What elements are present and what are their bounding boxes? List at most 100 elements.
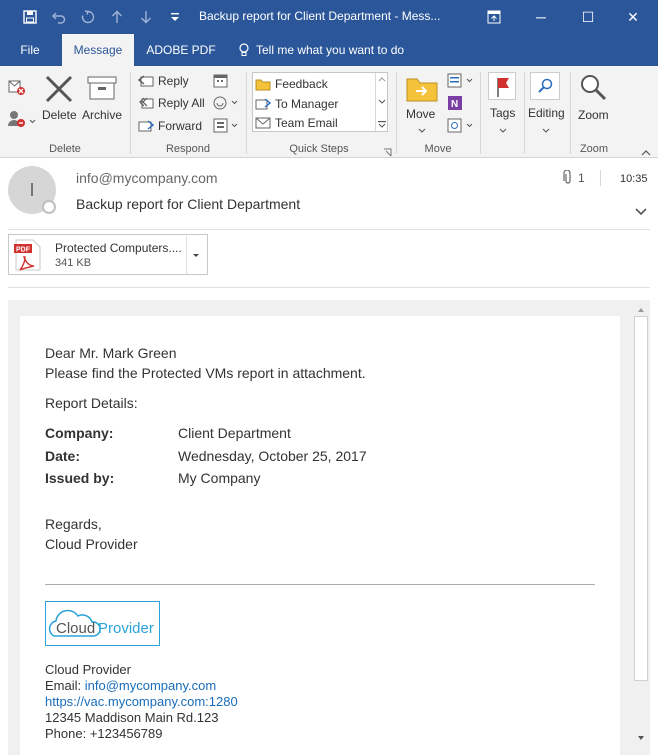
- dialog-launcher-icon[interactable]: [383, 146, 392, 157]
- sender-address[interactable]: info@mycompany.com: [76, 170, 218, 186]
- reply-label: Reply: [158, 74, 189, 88]
- detail-label-issued-by: Issued by:: [45, 470, 115, 486]
- quick-steps-scroll[interactable]: [375, 73, 387, 131]
- tell-me-box[interactable]: Tell me what you want to do: [238, 34, 418, 66]
- zoom-button[interactable]: Zoom: [578, 108, 609, 122]
- signoff-text: Cloud Provider: [45, 536, 138, 552]
- forward-icon: [138, 118, 154, 134]
- svg-text:Provider: Provider: [98, 620, 154, 637]
- save-icon[interactable]: [16, 0, 44, 34]
- tab-message[interactable]: Message: [62, 34, 134, 66]
- delete-group-label: Delete: [49, 143, 81, 155]
- presence-indicator: [42, 200, 56, 214]
- greeting: Dear Mr. Mark Green: [45, 345, 177, 361]
- regards-text: Regards,: [45, 516, 102, 532]
- move-group-label: Move: [424, 143, 452, 155]
- signature-phone: Phone: +123456789: [45, 726, 163, 741]
- tab-adobe-pdf[interactable]: ADOBE PDF: [140, 34, 222, 66]
- lightbulb-icon: [238, 43, 250, 57]
- move-button[interactable]: Move: [406, 107, 435, 121]
- detail-value-date: Wednesday, October 25, 2017: [178, 448, 367, 464]
- down-arrow-icon[interactable]: [132, 0, 160, 34]
- collapse-ribbon-icon[interactable]: [640, 146, 652, 156]
- attachment-size: 341 KB: [55, 257, 92, 269]
- archive-button[interactable]: Archive: [82, 108, 122, 122]
- im-icon[interactable]: [212, 94, 238, 112]
- details-heading: Report Details:: [45, 395, 138, 411]
- redo-icon[interactable]: [74, 0, 102, 34]
- header-separator: [600, 170, 601, 186]
- tags-dropdown-icon[interactable]: [498, 124, 508, 133]
- editing-button[interactable]: Editing: [528, 106, 565, 120]
- svg-text:N: N: [451, 99, 458, 110]
- tell-me-text: Tell me what you want to do: [256, 43, 405, 57]
- detail-label-date: Date:: [45, 448, 81, 464]
- forward-button[interactable]: Forward: [138, 116, 202, 136]
- signature-divider: [45, 584, 595, 585]
- attachment-name: Protected Computers....: [55, 241, 182, 255]
- delete-button[interactable]: Delete: [42, 108, 77, 122]
- message-header: [0, 158, 658, 230]
- move-icon[interactable]: [406, 74, 438, 102]
- close-button[interactable]: ✕: [610, 0, 656, 34]
- quick-step-to-manager[interactable]: To Manager: [255, 94, 338, 113]
- reply-all-button[interactable]: Reply All: [138, 93, 205, 113]
- cloud-provider-logo: Cloud Provider: [45, 601, 160, 646]
- ribbon-separator: [524, 72, 525, 154]
- attachment-dropdown-icon[interactable]: [190, 250, 202, 260]
- quick-steps-group-label: Quick Steps: [289, 143, 349, 155]
- scroll-thumb[interactable]: [634, 316, 648, 681]
- window-restore-icon[interactable]: [471, 0, 517, 34]
- intro-text: Please find the Protected VMs report in …: [45, 365, 366, 381]
- signature-address: 12345 Maddison Main Rd.123: [45, 710, 219, 725]
- header-divider: [8, 229, 650, 230]
- archive-icon[interactable]: [86, 74, 118, 102]
- move-dropdown-icon[interactable]: [417, 124, 427, 133]
- ignore-icon[interactable]: [6, 76, 28, 98]
- tab-file[interactable]: File: [8, 34, 52, 66]
- signature-url-link[interactable]: https://vac.mycompany.com:1280: [45, 694, 238, 709]
- meeting-icon[interactable]: [212, 72, 230, 90]
- forward-label: Forward: [158, 119, 203, 133]
- ribbon-tabs: File Message ADOBE PDF Tell me what you …: [0, 34, 658, 66]
- folder-icon: [255, 77, 271, 91]
- scroll-up-icon[interactable]: [636, 303, 646, 312]
- minimize-button[interactable]: ─: [518, 0, 564, 34]
- junk-icon[interactable]: [6, 108, 36, 130]
- editing-search-icon[interactable]: [530, 72, 560, 100]
- delete-icon[interactable]: [44, 74, 74, 104]
- quick-step-team-email[interactable]: Team Email: [255, 113, 338, 132]
- detail-value-issued-by: My Company: [178, 470, 261, 486]
- onenote-icon[interactable]: N: [446, 94, 464, 112]
- undo-icon[interactable]: [45, 0, 73, 34]
- reply-all-label: Reply All: [158, 96, 205, 110]
- attachment-divider: [8, 287, 650, 288]
- ribbon-separator: [570, 72, 571, 154]
- maximize-button[interactable]: ☐: [565, 0, 611, 34]
- window-title: Backup report for Client Department - Me…: [199, 9, 441, 23]
- reply-all-icon: [138, 95, 154, 111]
- quick-step-feedback[interactable]: Feedback: [255, 74, 328, 93]
- customize-qat-icon[interactable]: [161, 0, 189, 34]
- ribbon-separator: [480, 72, 481, 154]
- forward-icon: [255, 97, 271, 111]
- signature-name: Cloud Provider: [45, 662, 131, 677]
- reply-icon: [138, 73, 154, 89]
- editing-dropdown-icon[interactable]: [541, 124, 551, 133]
- signature-email-link[interactable]: info@mycompany.com: [85, 678, 216, 693]
- up-arrow-icon[interactable]: [103, 0, 131, 34]
- actions-icon[interactable]: [446, 117, 474, 135]
- attachment-card[interactable]: PDF Protected Computers.... 341 KB: [8, 234, 208, 275]
- detail-value-company: Client Department: [178, 425, 291, 441]
- ribbon-separator: [246, 72, 247, 154]
- zoom-icon[interactable]: [577, 72, 609, 104]
- svg-text:PDF: PDF: [16, 247, 31, 254]
- respond-group-label: Respond: [165, 143, 211, 155]
- tags-button[interactable]: Tags: [490, 106, 515, 120]
- scroll-down-icon[interactable]: [636, 731, 646, 740]
- expand-header-icon[interactable]: [634, 206, 648, 216]
- rules-icon[interactable]: [446, 72, 474, 90]
- more-respond-icon[interactable]: [212, 117, 238, 135]
- flag-icon[interactable]: [488, 72, 516, 100]
- reply-button[interactable]: Reply: [138, 71, 189, 91]
